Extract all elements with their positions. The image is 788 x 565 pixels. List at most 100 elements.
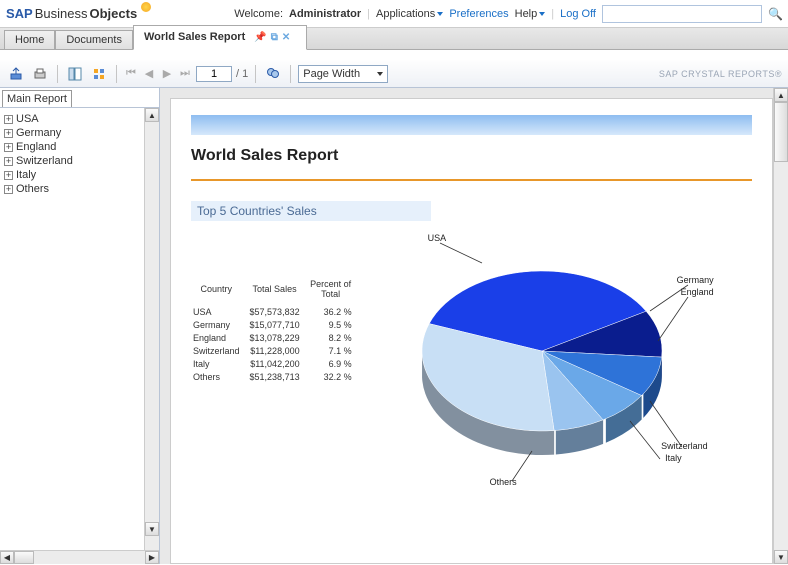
sidebar: Main Report +USA +Germany +England +Swit… — [0, 88, 160, 564]
expand-icon[interactable]: + — [4, 115, 13, 124]
data-table: Country Total Sales Percent of Total USA… — [191, 275, 362, 385]
params-button[interactable] — [89, 64, 109, 84]
tree-item[interactable]: +Germany — [4, 126, 140, 140]
export-button[interactable] — [6, 64, 26, 84]
page-input[interactable] — [196, 66, 232, 82]
sep: | — [551, 8, 554, 20]
expand-icon[interactable]: + — [4, 157, 13, 166]
expand-icon[interactable]: + — [4, 171, 13, 180]
sidebar-v-scrollbar[interactable]: ▲ ▼ — [144, 108, 159, 550]
sidebar-tab-main[interactable]: Main Report — [2, 90, 72, 107]
tree-item[interactable]: +USA — [4, 112, 140, 126]
report-toolbar: ⏮ ◀ ▶ ⏭ / 1 Page Width SAP CRYSTAL REPOR… — [0, 60, 788, 88]
print-button[interactable] — [30, 64, 50, 84]
sep: | — [367, 8, 370, 20]
report-title: World Sales Report — [191, 147, 752, 165]
logo-business: Business — [35, 6, 88, 21]
table-row: Others$51,238,71332.2 % — [193, 372, 360, 383]
new-window-icon[interactable]: ⧉ — [271, 32, 278, 43]
report-subtitle: Top 5 Countries' Sales — [191, 201, 431, 221]
tree-toggle-button[interactable] — [65, 64, 85, 84]
scroll-down-icon[interactable]: ▼ — [774, 550, 788, 564]
tab-home[interactable]: Home — [4, 30, 55, 49]
pie-label-italy: Italy — [665, 453, 682, 463]
close-icon[interactable]: ✕ — [282, 32, 290, 43]
table-row: Switzerland$11,228,0007.1 % — [193, 346, 360, 357]
pie-chart: USA Germany England Switzerland Italy Ot… — [372, 235, 712, 495]
body-split: Main Report +USA +Germany +England +Swit… — [0, 88, 788, 564]
caret-down-icon — [539, 12, 545, 16]
logoff-link[interactable]: Log Off — [560, 8, 596, 20]
pie-label-switz: Switzerland — [661, 441, 708, 451]
tree-item[interactable]: +England — [4, 140, 140, 154]
pie-label-others: Others — [490, 477, 517, 487]
last-page-button[interactable]: ⏭ — [178, 66, 192, 82]
preferences-link[interactable]: Preferences — [449, 8, 508, 20]
tab-actions: 📌 ⧉ ✕ — [248, 29, 296, 46]
header-right: Welcome: Administrator | Applications Pr… — [234, 5, 782, 23]
scroll-track[interactable] — [34, 551, 145, 564]
tree-item[interactable]: +Others — [4, 182, 140, 196]
table-row: Italy$11,042,2006.9 % — [193, 359, 360, 370]
report-banner — [191, 115, 752, 135]
page-total: / 1 — [236, 68, 248, 80]
scroll-down-icon[interactable]: ▼ — [145, 522, 159, 536]
find-button[interactable] — [263, 64, 283, 84]
scroll-thumb[interactable] — [774, 102, 788, 162]
content-v-scrollbar[interactable]: ▲ ▼ — [773, 88, 788, 564]
group-tree: +USA +Germany +England +Switzerland +Ita… — [0, 108, 144, 550]
report-area: World Sales Report Top 5 Countries' Sale… — [160, 88, 788, 564]
tree-item[interactable]: +Switzerland — [4, 154, 140, 168]
prev-page-button[interactable]: ◀ — [142, 66, 156, 82]
toolbar-sep — [290, 65, 291, 83]
app-header: SAP BusinessObjects Welcome: Administrat… — [0, 0, 788, 28]
sidebar-h-scrollbar[interactable]: ◀ ▶ — [0, 550, 159, 564]
search-input[interactable] — [602, 5, 762, 23]
expand-icon[interactable]: + — [4, 185, 13, 194]
scroll-thumb[interactable] — [14, 551, 34, 564]
caret-down-icon — [437, 12, 443, 16]
chevron-down-icon — [377, 72, 383, 76]
zoom-select[interactable]: Page Width — [298, 65, 388, 83]
col-sales: Total Sales — [250, 277, 308, 305]
tab-documents[interactable]: Documents — [55, 30, 133, 49]
report-divider — [191, 179, 752, 181]
scroll-right-icon[interactable]: ▶ — [145, 551, 159, 564]
toolbar-sep — [116, 65, 117, 83]
tab-report[interactable]: World Sales Report 📌 ⧉ ✕ — [133, 25, 307, 50]
pin-icon[interactable]: 📌 — [254, 32, 266, 43]
tabstrip: Home Documents World Sales Report 📌 ⧉ ✕ — [0, 28, 788, 50]
pie-label-usa: USA — [428, 233, 447, 243]
report-canvas: World Sales Report Top 5 Countries' Sale… — [170, 98, 773, 564]
brand-text: SAP CRYSTAL REPORTS® — [659, 69, 782, 79]
welcome-user: Administrator — [289, 8, 361, 20]
table-row: Germany$15,077,7109.5 % — [193, 320, 360, 331]
search-icon[interactable]: 🔍 — [768, 7, 782, 21]
table-row: USA$57,573,83236.2 % — [193, 307, 360, 318]
expand-icon[interactable]: + — [4, 129, 13, 138]
next-page-button[interactable]: ▶ — [160, 66, 174, 82]
logo: SAP BusinessObjects — [6, 6, 151, 21]
expand-icon[interactable]: + — [4, 143, 13, 152]
col-pct: Percent of Total — [310, 277, 360, 305]
logo-objects: Objects — [89, 6, 137, 21]
welcome-prefix: Welcome: — [234, 8, 283, 20]
scroll-up-icon[interactable]: ▲ — [774, 88, 788, 102]
content-pane: World Sales Report Top 5 Countries' Sale… — [160, 88, 788, 564]
toolbar-sep — [255, 65, 256, 83]
pie-label-germany: Germany — [677, 275, 714, 285]
logo-sap: SAP — [6, 6, 33, 21]
scroll-up-icon[interactable]: ▲ — [145, 108, 159, 122]
col-country: Country — [193, 277, 248, 305]
logo-bubble-icon — [141, 2, 151, 12]
zoom-value: Page Width — [303, 68, 360, 80]
tree-item[interactable]: +Italy — [4, 168, 140, 182]
table-row: England$13,078,2298.2 % — [193, 333, 360, 344]
pie-label-england: England — [681, 287, 714, 297]
scroll-left-icon[interactable]: ◀ — [0, 551, 14, 564]
tab-report-label: World Sales Report — [144, 31, 245, 43]
help-menu[interactable]: Help — [515, 8, 546, 20]
chart-row: Country Total Sales Percent of Total USA… — [191, 235, 752, 495]
applications-menu[interactable]: Applications — [376, 8, 443, 20]
first-page-button[interactable]: ⏮ — [124, 66, 138, 82]
